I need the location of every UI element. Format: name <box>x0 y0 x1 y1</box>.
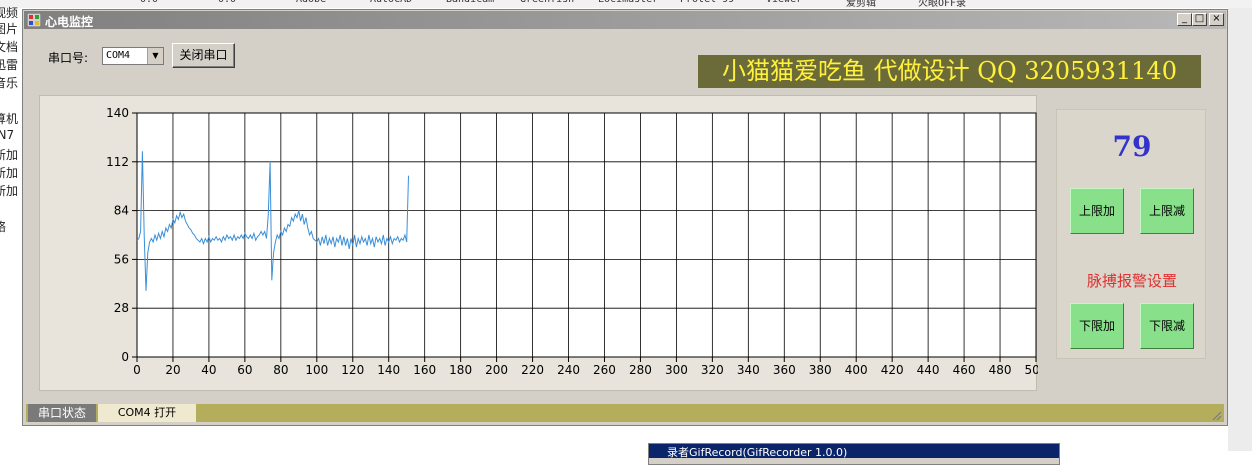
y-tick-label: 56 <box>114 252 129 266</box>
desktop-item[interactable]: 络 <box>0 218 6 235</box>
desktop-item[interactable]: 视频 <box>0 4 18 21</box>
desktop-item[interactable]: 算机 <box>0 110 18 127</box>
x-tick-label: 400 <box>845 363 868 377</box>
y-tick-label: 84 <box>114 204 129 218</box>
x-tick-label: 320 <box>701 363 724 377</box>
upper-limit-add-button[interactable]: 上限加 <box>1070 188 1124 234</box>
desktop-item[interactable]: 音乐 <box>0 74 18 91</box>
desktop-item[interactable]: Bandicam <box>446 0 494 5</box>
close-button[interactable]: × <box>1209 13 1224 26</box>
x-tick-label: 360 <box>773 363 796 377</box>
x-tick-label: 180 <box>449 363 472 377</box>
desktop-item[interactable]: 新加 <box>0 146 18 163</box>
desktop-item[interactable]: Viewer <box>766 0 802 5</box>
lower-limit-add-button[interactable]: 下限加 <box>1070 303 1124 349</box>
chevron-down-icon[interactable]: ▼ <box>147 48 163 64</box>
port-label: 串口号: <box>48 51 89 65</box>
pulse-value: 79 <box>1112 130 1152 163</box>
desktop-right-strip <box>1228 8 1252 451</box>
desktop-left-strip: 视频图片文档迅雷音乐算机IN7新加新加新加络 <box>0 0 22 451</box>
desktop-item[interactable]: Protel 99 <box>680 0 734 5</box>
app-icon <box>27 13 41 27</box>
window-title: 心电监控 <box>45 15 94 29</box>
x-tick-label: 500 <box>1025 363 1038 377</box>
x-tick-label: 140 <box>377 363 400 377</box>
desktop-item[interactable]: IN7 <box>0 128 14 142</box>
desktop-item[interactable]: 0.0 <box>218 0 236 5</box>
desktop-item[interactable]: 火眼OFF录 <box>918 0 966 8</box>
upper-limit-sub-button[interactable]: 上限减 <box>1140 188 1194 234</box>
ecg-chart-panel: 0 20 40 60 80 100 120 140 160 180 200 220 240 260 280 3… <box>39 95 1038 391</box>
x-tick-label: 40 <box>201 363 216 377</box>
x-tick-label: 160 <box>413 363 436 377</box>
desktop-top-strip: 0.0 0.0 Adobe AutoCAD Bandicam Greenfish Locim… <box>0 0 1252 8</box>
y-tick-label: 0 <box>121 350 129 364</box>
alarm-settings-label: 脉搏报警设置 <box>1086 272 1177 290</box>
desktop-item[interactable]: 爱剪辑 <box>846 0 876 8</box>
y-tick-label: 28 <box>114 301 129 315</box>
y-tick-label: 140 <box>106 106 129 120</box>
x-tick-label: 440 <box>917 363 940 377</box>
x-tick-label: 480 <box>989 363 1012 377</box>
x-tick-label: 240 <box>557 363 580 377</box>
desktop-item[interactable]: AutoCAD <box>370 0 412 5</box>
desktop-item[interactable]: 新加 <box>0 164 18 181</box>
desktop-item[interactable]: 迅雷 <box>0 56 18 73</box>
x-tick-label: 460 <box>953 363 976 377</box>
x-tick-label: 260 <box>593 363 616 377</box>
desktop-item[interactable]: 图片 <box>0 20 18 37</box>
x-tick-label: 20 <box>165 363 180 377</box>
x-tick-label: 120 <box>341 363 364 377</box>
client-area: 串口号: COM4 ▼ 关闭串口 小猫猫爱吃鱼 代做设计 QQ 32059311… <box>26 31 1224 422</box>
banner-text: 小猫猫爱吃鱼 代做设计 QQ 3205931140 <box>698 55 1201 88</box>
status-bar: 串口状态 COM4 打开 <box>26 404 1224 422</box>
x-tick-label: 0 <box>133 363 141 377</box>
close-port-button[interactable]: 关闭串口 <box>172 43 235 68</box>
x-tick-label: 420 <box>881 363 904 377</box>
x-tick-label: 80 <box>273 363 288 377</box>
title-bar[interactable]: 心电监控 _ □ × <box>24 11 1226 29</box>
desktop-item[interactable]: Greenfish <box>520 0 574 5</box>
lower-limit-sub-button[interactable]: 下限减 <box>1140 303 1194 349</box>
status-value: COM4 打开 <box>98 404 196 422</box>
maximize-button[interactable]: □ <box>1192 13 1207 26</box>
x-tick-label: 60 <box>237 363 252 377</box>
x-tick-label: 340 <box>737 363 760 377</box>
desktop-item[interactable]: 新加 <box>0 182 18 199</box>
x-tick-label: 220 <box>521 363 544 377</box>
x-tick-label: 200 <box>485 363 508 377</box>
minimize-button[interactable]: _ <box>1177 13 1192 26</box>
desktop-item[interactable]: 0.0 <box>140 0 158 5</box>
x-tick-label: 380 <box>809 363 832 377</box>
background-window[interactable]: 录者GifRecord(GifRecorder 1.0.0) <box>648 443 1060 465</box>
resize-grip-icon[interactable] <box>1210 409 1222 421</box>
y-tick-label: 112 <box>106 155 129 169</box>
port-select-value: COM4 <box>106 50 131 61</box>
background-window-title: 录者GifRecord(GifRecorder 1.0.0) <box>649 444 1059 458</box>
plot-area <box>136 112 1037 358</box>
desktop-item[interactable]: 文档 <box>0 38 18 55</box>
desktop-item[interactable]: Locimaster <box>598 0 658 5</box>
ecg-chart: 0 20 40 60 80 100 120 140 160 180 200 220 240 260 280 3… <box>106 106 1038 377</box>
status-label: 串口状态 <box>28 404 96 422</box>
pulse-panel: 79 上限加 上限减 脉搏报警设置 下限加 下限减 <box>1056 109 1206 359</box>
app-window: 心电监控 _ □ × 串口号: COM4 ▼ 关闭串口 小猫猫爱吃鱼 代做设计 … <box>22 9 1228 426</box>
port-select[interactable]: COM4 ▼ <box>102 47 164 65</box>
x-tick-label: 300 <box>665 363 688 377</box>
x-tick-label: 280 <box>629 363 652 377</box>
desktop-item[interactable]: Adobe <box>296 0 326 5</box>
x-tick-label: 100 <box>305 363 328 377</box>
